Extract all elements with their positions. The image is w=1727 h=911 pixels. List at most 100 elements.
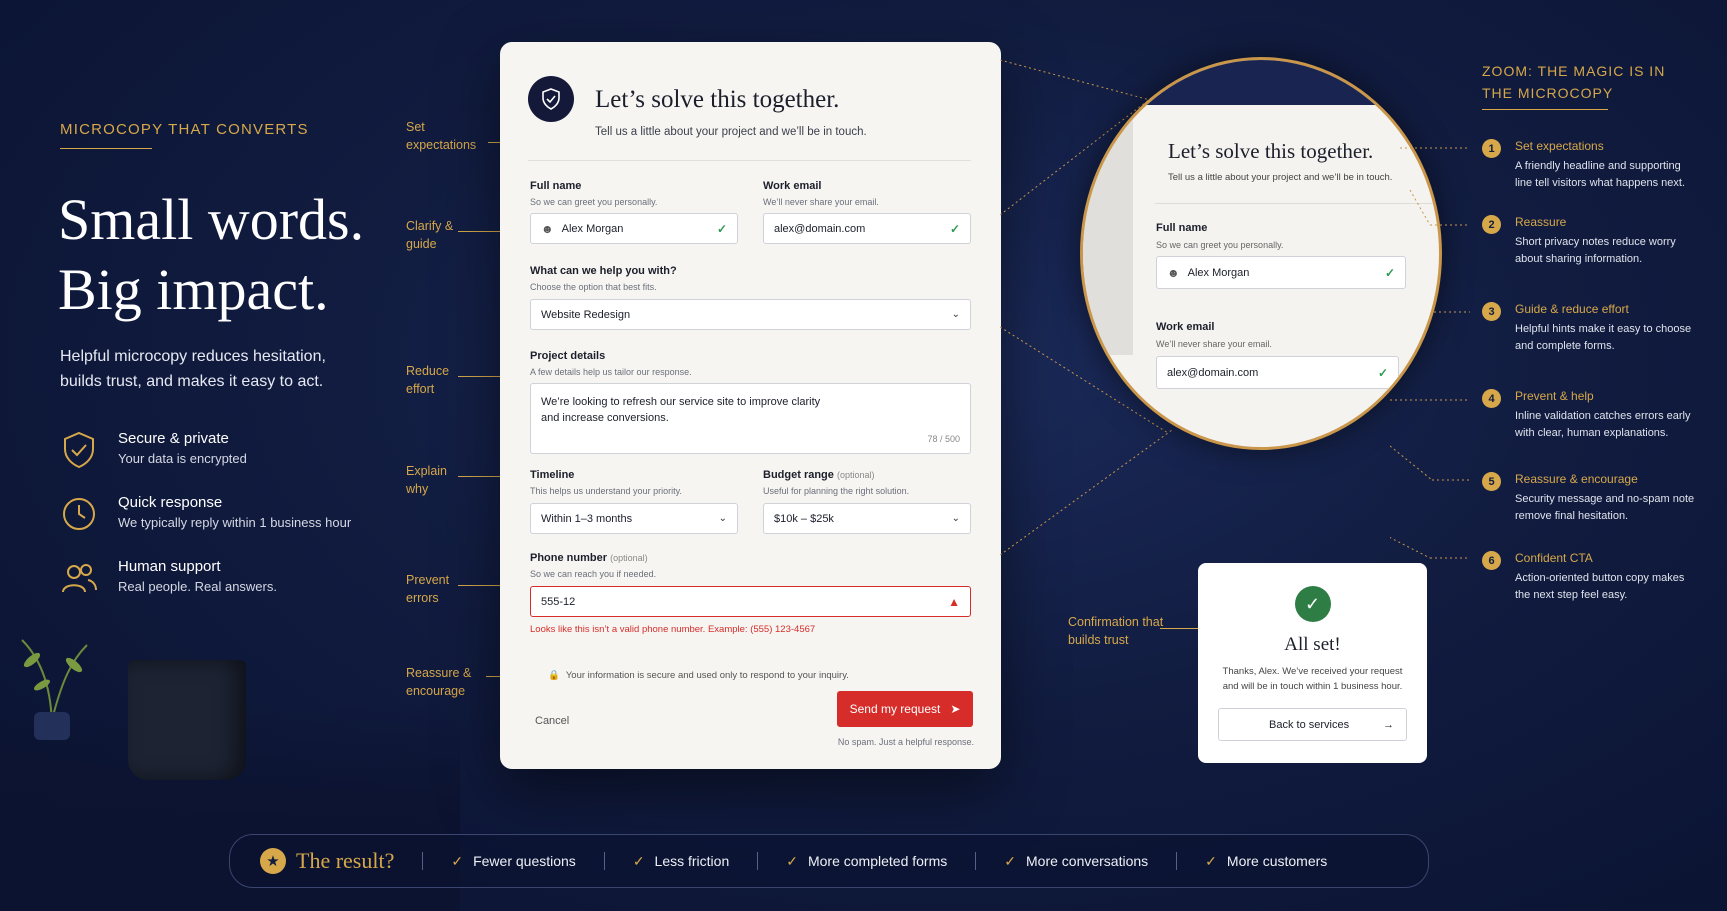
lock-icon: 🔒 — [548, 670, 560, 681]
separator — [1176, 852, 1178, 870]
result-item: ✓ Fewer questions — [451, 853, 575, 870]
phone-error: Looks like this isn’t a valid phone numb… — [530, 624, 816, 635]
people-icon — [62, 564, 97, 593]
feature-title: Quick response — [118, 494, 223, 511]
help-select[interactable]: Website Redesign ⌄ — [530, 299, 971, 330]
timeline-select[interactable]: Within 1–3 months ⌄ — [530, 503, 738, 534]
zoom-magnifier: Let’s solve this together. Tell us a lit… — [1080, 57, 1442, 450]
char-counter: 78 / 500 — [927, 434, 960, 444]
cancel-button[interactable]: Cancel — [535, 715, 569, 727]
timeline-hint: This helps us understand your priority. — [530, 486, 682, 496]
details-textarea[interactable]: We’re looking to refresh our service sit… — [530, 383, 971, 454]
form-subtitle: Tell us a little about your project and … — [595, 126, 867, 138]
divider — [528, 160, 971, 161]
check-icon: ✓ — [632, 852, 645, 869]
result-item: ✓ More customers — [1205, 853, 1327, 870]
point-4: 4 Prevent & help Inline validation catche… — [1482, 389, 1700, 442]
shield-check-icon — [64, 431, 94, 469]
zoom-email-value: alex@domain.com — [1167, 366, 1259, 379]
annotation-confirmation: Confirmation that builds trust — [1068, 615, 1164, 647]
check-icon: ✓ — [1205, 852, 1217, 869]
mug-decoration — [128, 660, 246, 780]
point-5: 5 Reassure & encourage Security message a… — [1482, 472, 1700, 525]
zoom-name-input: ☻ Alex Morgan ✓ — [1156, 256, 1406, 289]
point-6: 6 Confident CTA Action-oriented button co… — [1482, 551, 1700, 604]
full-name-input[interactable]: ☻ Alex Morgan ✓ — [530, 213, 738, 244]
result-item-label: Less friction — [654, 853, 730, 869]
work-email-input[interactable]: alex@domain.com ✓ — [763, 213, 971, 244]
star-icon: ★ — [260, 848, 286, 874]
point-title: Prevent & help — [1515, 389, 1594, 403]
full-name-value: Alex Morgan — [561, 222, 624, 235]
details-line-2: and increase conversions. — [541, 412, 669, 424]
point-number: 1 — [1482, 139, 1501, 158]
check-icon: ✓ — [1004, 852, 1016, 869]
result-title: ★ The result? — [260, 848, 394, 874]
send-request-button[interactable]: Send my request ➤ — [837, 691, 973, 727]
point-title: Reassure — [1515, 215, 1567, 229]
budget-label: Budget range (optional) — [763, 469, 875, 481]
result-item-label: More customers — [1226, 853, 1328, 869]
point-1: 1 Set expectations A friendly headline an… — [1482, 139, 1700, 192]
headline-line-2: Big impact. — [58, 257, 329, 322]
zoom-heading: ZOOM: THE MAGIC IS IN THE MICROCOPY — [1482, 60, 1665, 104]
point-number: 6 — [1482, 551, 1501, 570]
back-to-services-label: Back to services — [1269, 718, 1350, 731]
result-item: ✓ More completed forms — [786, 853, 947, 870]
budget-select[interactable]: $10k – $25k ⌄ — [763, 503, 971, 534]
back-to-services-button[interactable]: Back to services → — [1218, 708, 1407, 741]
phone-input[interactable]: 555-12 ▲ — [530, 586, 971, 617]
feature-desc: Your data is encrypted — [118, 451, 247, 466]
work-email-value: alex@domain.com — [774, 222, 866, 235]
result-item-label: Fewer questions — [473, 853, 576, 869]
annotation-prevent-errors: Prevent errors — [406, 573, 450, 605]
result-item-label: More completed forms — [807, 853, 948, 869]
point-desc: A friendly headline and supporting line … — [1515, 160, 1685, 189]
hero-subtext: Helpful microcopy reduces hesitation, bu… — [60, 348, 326, 390]
point-desc: Action-oriented button copy makes the ne… — [1515, 572, 1685, 601]
point-2: 2 Reassure Short privacy notes reduce wor… — [1482, 215, 1700, 268]
help-value: Website Redesign — [541, 308, 631, 321]
success-message: Thanks, Alex. We’ve received your reques… — [1198, 664, 1427, 694]
check-icon: ✓ — [949, 221, 960, 236]
point-title: Reassure & encourage — [1515, 472, 1638, 486]
point-leaders — [1390, 147, 1470, 559]
chevron-down-icon: ⌄ — [718, 513, 727, 524]
zoom-email-input: alex@domain.com ✓ — [1156, 356, 1399, 389]
annotation-reassure-encourage: Reassure & encourage — [406, 666, 472, 698]
shield-badge-icon — [528, 76, 574, 122]
result-item: ✓ More conversations — [1004, 853, 1148, 870]
chevron-down-icon: ⌄ — [951, 309, 960, 320]
help-label: What can we help you with? — [530, 265, 677, 277]
paper-plane-icon: ➤ — [950, 702, 961, 716]
full-name-label: Full name — [530, 180, 582, 192]
feature-title: Secure & private — [118, 430, 229, 447]
warning-icon: ▲ — [948, 594, 960, 609]
eyebrow: MICROCOPY THAT CONVERTS — [60, 121, 309, 138]
success-check-icon: ✓ — [1294, 586, 1331, 622]
chevron-down-icon: ⌄ — [951, 513, 960, 524]
user-icon: ☻ — [541, 221, 554, 236]
work-email-hint: We’ll never share your email. — [763, 197, 879, 207]
optional-tag: (optional) — [610, 553, 648, 563]
feature-quick: Quick response We typically reply within … — [60, 494, 351, 534]
separator — [603, 852, 605, 870]
point-number: 2 — [1482, 215, 1501, 234]
point-title: Confident CTA — [1515, 551, 1593, 565]
zoom-name-label: Full name — [1156, 222, 1208, 234]
zoom-side-shade — [1083, 105, 1133, 355]
phone-hint: So we can reach you if needed. — [530, 569, 657, 579]
help-hint: Choose the option that best fits. — [530, 282, 657, 292]
full-name-hint: So we can greet you personally. — [530, 197, 658, 207]
timeline-value: Within 1–3 months — [541, 512, 633, 525]
eyebrow-rule — [60, 148, 152, 149]
zoom-top-band — [1083, 60, 1439, 105]
headline: Small words. Big impact. — [58, 185, 364, 325]
secure-note-text: Your information is secure and used only… — [565, 670, 849, 681]
no-spam-note: No spam. Just a helpful response. — [837, 737, 974, 747]
secure-note: 🔒 Your information is secure and used on… — [548, 670, 849, 681]
feature-desc: We typically reply within 1 business hou… — [118, 515, 352, 530]
point-desc: Security message and no-spam note remove… — [1515, 493, 1695, 522]
success-title: All set! — [1284, 634, 1341, 655]
separator — [757, 852, 759, 870]
